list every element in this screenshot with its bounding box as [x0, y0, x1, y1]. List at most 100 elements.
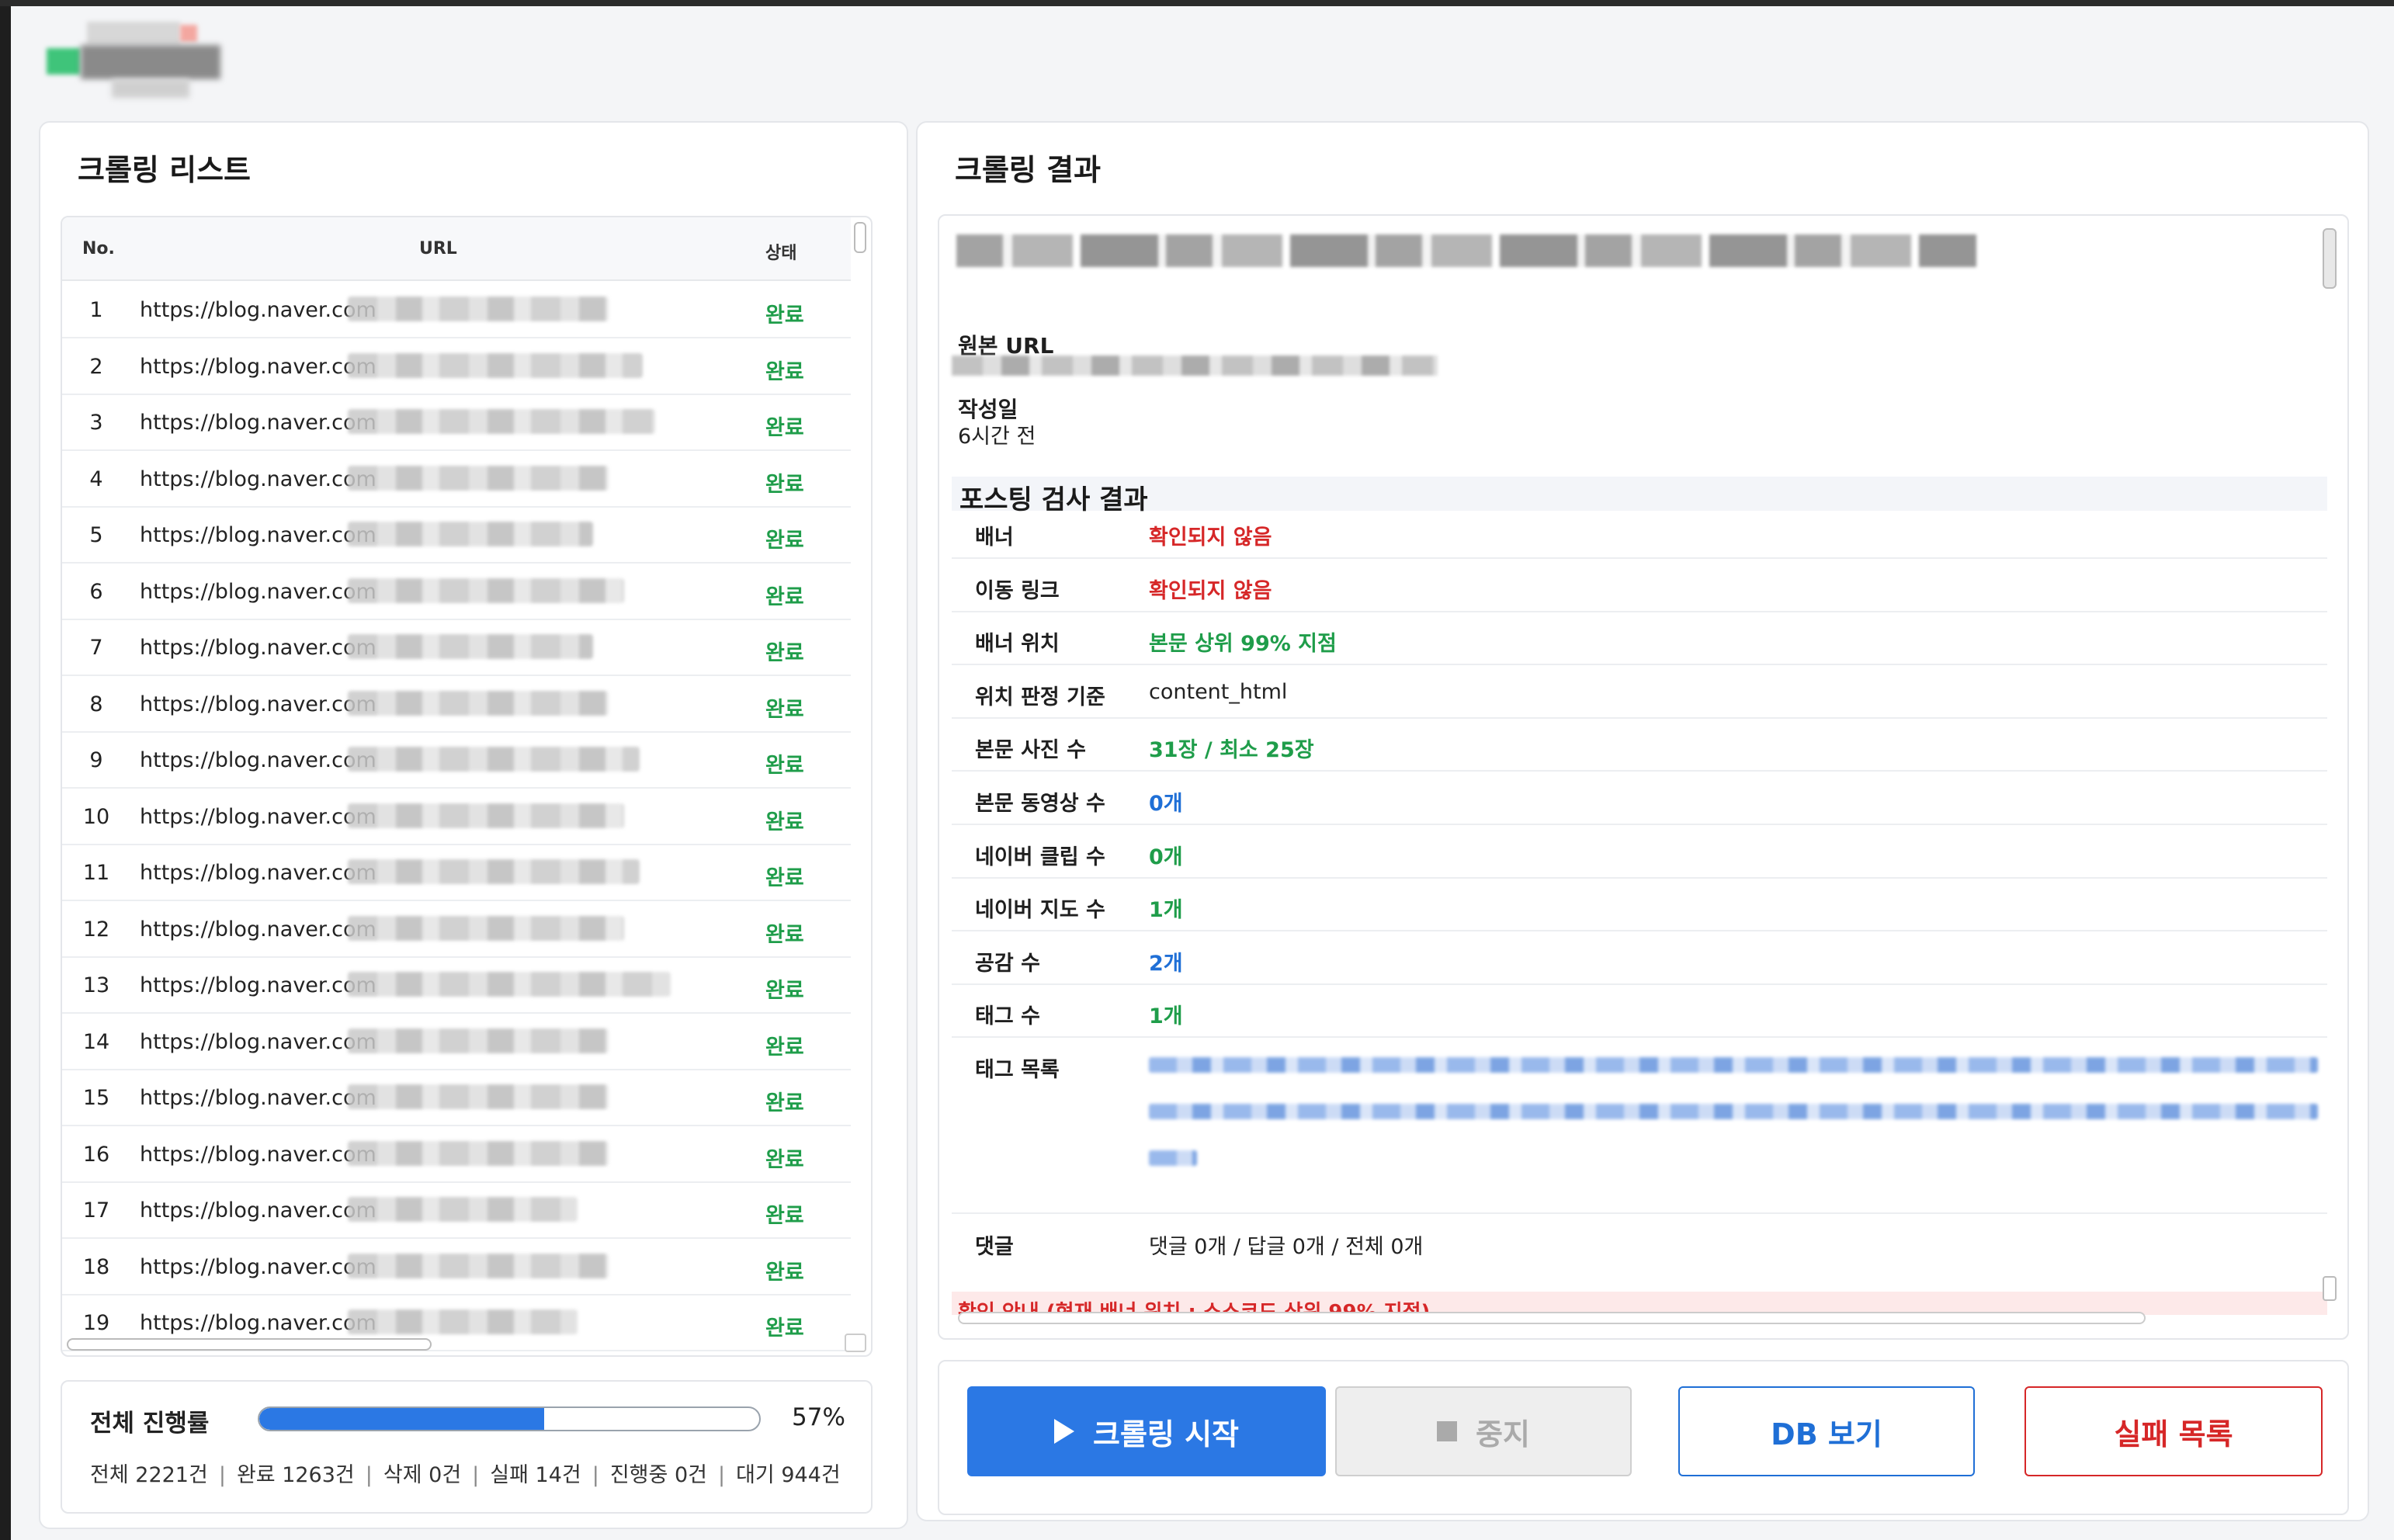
inspection-row: 공감 수 2개 — [952, 932, 2327, 985]
row-url: https://blog.naver.com — [140, 1254, 376, 1279]
table-row[interactable]: 13 https://blog.naver.com 완료 — [62, 958, 851, 1014]
row-status: 완료 — [765, 1147, 804, 1172]
inspection-value: content_html — [1149, 679, 1288, 704]
play-icon — [1053, 1419, 1074, 1444]
inspection-value: 1개 — [1149, 898, 1183, 923]
row-url: https://blog.naver.com — [140, 692, 376, 716]
list-vertical-scrollbar[interactable] — [854, 222, 866, 253]
start-crawl-label: 크롤링 시작 — [1092, 1417, 1240, 1452]
tags-label: 태그 목록 — [975, 1058, 1060, 1082]
table-row[interactable]: 2 https://blog.naver.com 완료 — [62, 339, 851, 395]
crawl-list-title: 크롤링 리스트 — [78, 153, 251, 187]
row-number: 13 — [82, 973, 110, 997]
view-db-button[interactable]: DB 보기 — [1678, 1386, 1975, 1476]
app-logo — [47, 22, 220, 99]
stat-in-progress: 진행중 0건 — [609, 1463, 707, 1487]
inspection-row: 네이버 지도 수 1개 — [952, 879, 2327, 932]
post-title-redacted — [956, 234, 1976, 267]
row-number: 16 — [82, 1142, 110, 1167]
row-number: 8 — [89, 692, 103, 716]
row-status: 완료 — [765, 359, 804, 384]
tags-row: 태그 목록 — [952, 1039, 2327, 1214]
column-header-status: 상태 — [765, 244, 797, 263]
scroll-corner — [845, 1334, 866, 1352]
row-status: 완료 — [765, 416, 804, 440]
row-url-redacted — [348, 1309, 578, 1334]
row-url: https://blog.naver.com — [140, 1142, 376, 1167]
row-url: https://blog.naver.com — [140, 748, 376, 772]
row-status: 완료 — [765, 1091, 804, 1115]
result-content[interactable]: 원본 URL 작성일 6시간 전 포스팅 검사 결과 배너 확인되지 않음 이동 링… — [938, 214, 2349, 1340]
row-url: https://blog.naver.com — [140, 1029, 376, 1054]
row-url-redacted — [348, 747, 640, 772]
inspection-key: 공감 수 — [975, 951, 1040, 976]
row-url-redacted — [348, 522, 593, 546]
row-url-redacted — [348, 859, 640, 884]
result-horizontal-scrollbar[interactable] — [958, 1312, 2146, 1324]
inspection-row: 배너 위치 본문 상위 99% 지점 — [952, 612, 2327, 666]
result-scroll-end — [2323, 1276, 2337, 1301]
inspection-value: 확인되지 않음 — [1149, 525, 1272, 550]
row-number: 17 — [82, 1198, 110, 1223]
fail-list-label: 실패 목록 — [2114, 1417, 2233, 1452]
inspection-key: 네이버 지도 수 — [975, 898, 1105, 923]
table-row[interactable]: 5 https://blog.naver.com 완료 — [62, 508, 851, 564]
row-url: https://blog.naver.com — [140, 354, 376, 379]
table-row[interactable]: 14 https://blog.naver.com 완료 — [62, 1015, 851, 1070]
row-url: https://blog.naver.com — [140, 411, 376, 435]
table-row[interactable]: 8 https://blog.naver.com 완료 — [62, 677, 851, 733]
row-number: 1 — [89, 298, 103, 322]
fail-list-button[interactable]: 실패 목록 — [2024, 1386, 2323, 1476]
row-url-redacted — [348, 409, 655, 434]
inspection-key: 네이버 클립 수 — [975, 845, 1105, 869]
start-crawl-button[interactable]: 크롤링 시작 — [967, 1386, 1326, 1476]
inspection-key: 배너 위치 — [975, 632, 1060, 657]
row-status: 완료 — [765, 979, 804, 1003]
table-row[interactable]: 17 https://blog.naver.com 완료 — [62, 1183, 851, 1239]
progress-label: 전체 진행률 — [90, 1410, 210, 1438]
row-status: 완료 — [765, 922, 804, 947]
inspection-row: 위치 판정 기준 content_html — [952, 666, 2327, 719]
table-row[interactable]: 11 https://blog.naver.com 완료 — [62, 845, 851, 901]
crawl-result-title: 크롤링 결과 — [955, 153, 1102, 187]
table-row[interactable]: 1 https://blog.naver.com 완료 — [62, 283, 851, 338]
table-row[interactable]: 16 https://blog.naver.com 완료 — [62, 1127, 851, 1183]
inspection-row: 배너 확인되지 않음 — [952, 506, 2327, 559]
row-url-redacted — [348, 297, 609, 321]
row-number: 18 — [82, 1254, 110, 1279]
row-status: 완료 — [765, 1035, 804, 1060]
table-row[interactable]: 3 https://blog.naver.com 완료 — [62, 395, 851, 451]
row-url: https://blog.naver.com — [140, 973, 376, 997]
comments-label: 댓글 — [975, 1235, 1014, 1259]
table-row[interactable]: 4 https://blog.naver.com 완료 — [62, 452, 851, 508]
table-row[interactable]: 15 https://blog.naver.com 완료 — [62, 1070, 851, 1126]
stat-done: 완료 1263건 — [236, 1463, 355, 1487]
row-number: 10 — [82, 804, 110, 829]
row-url-redacted — [348, 1028, 609, 1053]
column-header-url: URL — [419, 239, 457, 258]
table-row[interactable]: 10 https://blog.naver.com 완료 — [62, 789, 851, 845]
table-row[interactable]: 12 https://blog.naver.com 완료 — [62, 902, 851, 958]
original-url-redacted — [952, 356, 1438, 376]
crawl-list-table[interactable]: No. URL 상태 1 https://blog.naver.com 완료 2 htt… — [61, 216, 873, 1357]
row-status: 완료 — [765, 303, 804, 328]
result-vertical-scrollbar[interactable] — [2323, 228, 2337, 289]
stop-label: 중지 — [1476, 1417, 1530, 1452]
crawl-result-panel: 크롤링 결과 원본 URL 작성일 6시간 전 포스팅 검사 결과 배너 확인되지… — [916, 121, 2369, 1521]
inspection-row: 본문 사진 수 31장 / 최소 25장 — [952, 719, 2327, 772]
table-row[interactable]: 7 https://blog.naver.com 완료 — [62, 620, 851, 676]
inspection-value: 본문 상위 99% 지점 — [1149, 632, 1337, 657]
progress-bar-fill — [259, 1408, 545, 1430]
row-url-redacted — [348, 578, 624, 603]
table-row[interactable]: 18 https://blog.naver.com 완료 — [62, 1240, 851, 1295]
table-row[interactable]: 6 https://blog.naver.com 완료 — [62, 564, 851, 620]
row-number: 3 — [89, 411, 103, 435]
list-horizontal-scrollbar[interactable] — [67, 1338, 432, 1351]
table-row[interactable]: 9 https://blog.naver.com 완료 — [62, 733, 851, 789]
written-date-value: 6시간 전 — [958, 425, 1036, 449]
row-url: https://blog.naver.com — [140, 1086, 376, 1110]
stat-total: 전체 2221건 — [90, 1463, 208, 1487]
stop-button[interactable]: 중지 — [1335, 1386, 1632, 1476]
row-url-redacted — [348, 690, 609, 716]
row-url-redacted — [348, 915, 624, 941]
